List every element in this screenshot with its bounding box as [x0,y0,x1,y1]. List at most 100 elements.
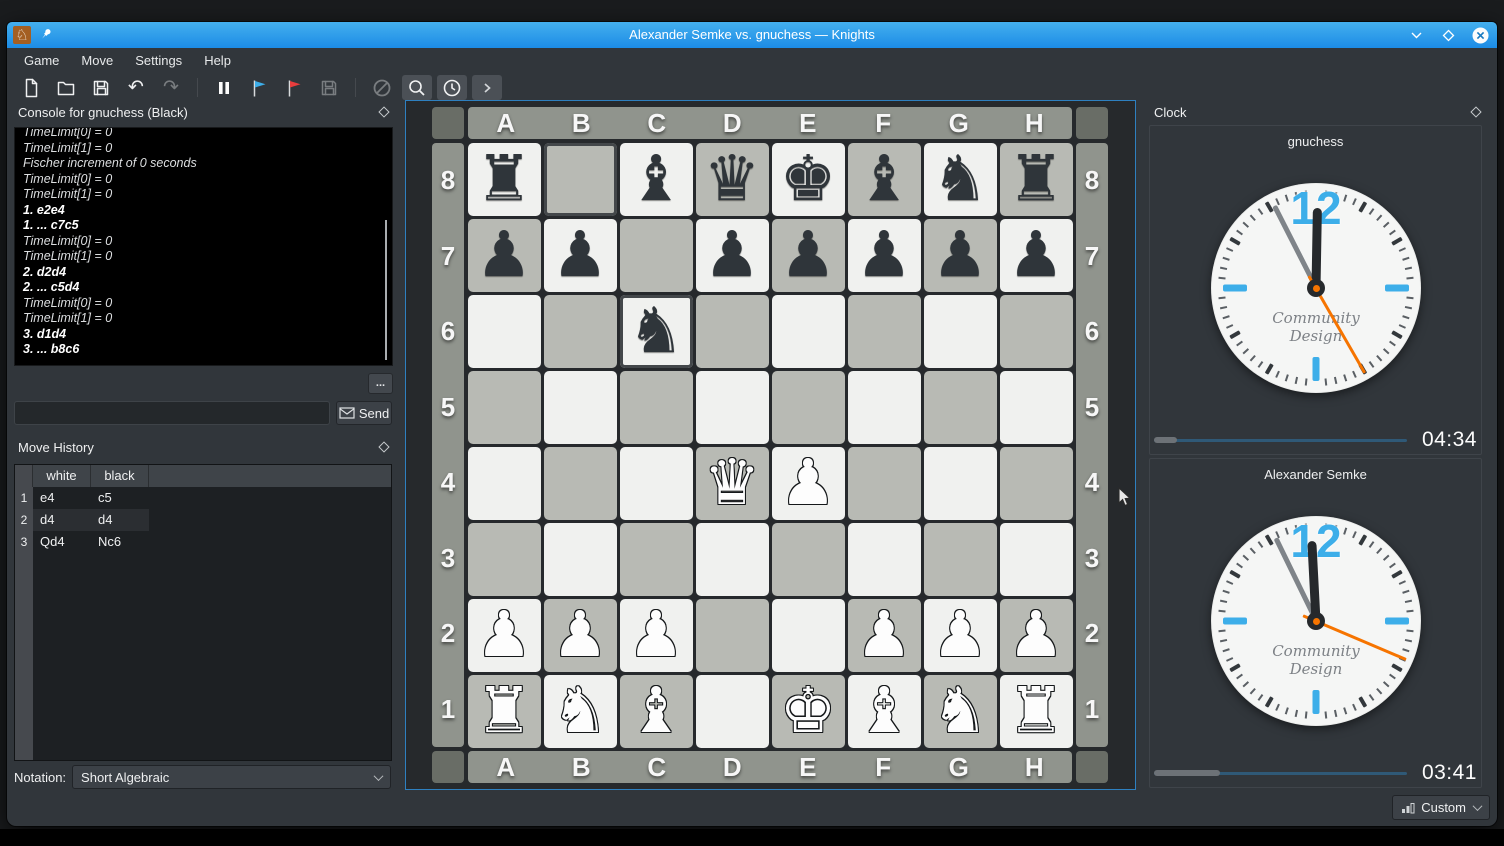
console-more-button[interactable]: ... [368,373,393,394]
square-b4[interactable] [544,447,617,520]
piece-white-bishop[interactable]: ♝ [628,676,684,746]
piece-white-pawn[interactable]: ♟︎ [780,448,836,518]
propose-draw-button[interactable] [244,75,274,100]
square-d2[interactable] [696,599,769,672]
square-b5[interactable] [544,371,617,444]
black-move-cell[interactable]: d4 [91,509,149,531]
scrollbar-thumb[interactable] [385,220,387,360]
square-h5[interactable] [1000,371,1073,444]
pause-button[interactable] [209,75,239,100]
white-move-cell[interactable]: Qd4 [33,531,91,553]
square-e3[interactable] [772,523,845,596]
square-g3[interactable] [924,523,997,596]
square-h4[interactable] [1000,447,1073,520]
square-h8[interactable]: ♜ [1000,143,1073,216]
piece-white-knight[interactable]: ♞ [552,676,608,746]
toolbar-overflow-button[interactable] [472,75,502,100]
square-c6[interactable]: ♞ [620,295,693,368]
square-h6[interactable] [1000,295,1073,368]
close-button[interactable] [1471,26,1489,44]
column-header-black[interactable]: black [91,465,149,487]
piece-black-pawn[interactable]: ♟︎ [856,220,912,290]
adjourn-button[interactable] [314,75,344,100]
abort-button[interactable] [367,75,397,100]
piece-white-rook[interactable]: ♜ [476,676,532,746]
square-g4[interactable] [924,447,997,520]
piece-black-pawn[interactable]: ♟︎ [552,220,608,290]
pin-icon[interactable] [39,27,53,41]
piece-black-pawn[interactable]: ♟︎ [1008,220,1064,290]
square-a2[interactable]: ♟︎ [468,599,541,672]
piece-black-pawn[interactable]: ♟︎ [704,220,760,290]
square-c7[interactable] [620,219,693,292]
square-e4[interactable]: ♟︎ [772,447,845,520]
square-g6[interactable] [924,295,997,368]
time-progress-slider[interactable] [1154,772,1407,775]
square-f5[interactable] [848,371,921,444]
square-e2[interactable] [772,599,845,672]
table-row[interactable]: 2d4d4 [15,509,391,531]
square-g2[interactable]: ♟︎ [924,599,997,672]
menu-item-help[interactable]: Help [193,48,242,73]
square-d6[interactable] [696,295,769,368]
square-a3[interactable] [468,523,541,596]
piece-white-king[interactable]: ♚ [780,676,836,746]
minimize-button[interactable] [1407,26,1425,44]
maximize-button[interactable] [1439,26,1457,44]
square-g1[interactable]: ♞ [924,675,997,748]
square-d8[interactable]: ♛ [696,143,769,216]
square-f2[interactable]: ♟︎ [848,599,921,672]
piece-black-knight[interactable]: ♞ [628,296,684,366]
black-move-cell[interactable]: c5 [91,487,149,509]
square-h2[interactable]: ♟︎ [1000,599,1073,672]
menu-item-game[interactable]: Game [13,48,70,73]
square-h1[interactable]: ♜ [1000,675,1073,748]
menu-item-move[interactable]: Move [70,48,124,73]
square-a4[interactable] [468,447,541,520]
square-g5[interactable] [924,371,997,444]
square-b1[interactable]: ♞ [544,675,617,748]
square-c4[interactable] [620,447,693,520]
move-history-table[interactable]: whiteblack1e4c52d4d43Qd4Nc6 [14,464,392,761]
piece-black-knight[interactable]: ♞ [932,144,988,214]
float-dock-icon[interactable] [378,441,389,452]
piece-white-pawn[interactable]: ♟︎ [476,600,532,670]
piece-black-pawn[interactable]: ♟︎ [932,220,988,290]
square-b3[interactable] [544,523,617,596]
square-d4[interactable]: ♛ [696,447,769,520]
square-f8[interactable]: ♝ [848,143,921,216]
piece-black-queen[interactable]: ♛ [704,144,760,214]
square-g7[interactable]: ♟︎ [924,219,997,292]
square-f3[interactable] [848,523,921,596]
load-game-button[interactable] [51,75,81,100]
square-c8[interactable]: ♝ [620,143,693,216]
show-clock-button[interactable] [437,75,467,100]
square-a8[interactable]: ♜ [468,143,541,216]
notation-select[interactable]: Short Algebraic [72,765,391,789]
square-b7[interactable]: ♟︎ [544,219,617,292]
piece-white-pawn[interactable]: ♟︎ [856,600,912,670]
square-d7[interactable]: ♟︎ [696,219,769,292]
square-d1[interactable] [696,675,769,748]
piece-white-bishop[interactable]: ♝ [856,676,912,746]
time-progress-slider[interactable] [1154,439,1407,442]
table-row[interactable]: 3Qd4Nc6 [15,531,391,553]
square-c1[interactable]: ♝ [620,675,693,748]
square-a1[interactable]: ♜ [468,675,541,748]
piece-black-king[interactable]: ♚ [780,144,836,214]
piece-black-rook[interactable]: ♜ [476,144,532,214]
square-a7[interactable]: ♟︎ [468,219,541,292]
square-b2[interactable]: ♟︎ [544,599,617,672]
float-dock-icon[interactable] [1470,106,1481,117]
piece-white-queen[interactable]: ♛ [704,448,760,518]
square-d3[interactable] [696,523,769,596]
square-e6[interactable] [772,295,845,368]
square-c5[interactable] [620,371,693,444]
new-game-button[interactable] [16,75,46,100]
save-game-button[interactable] [86,75,116,100]
piece-white-pawn[interactable]: ♟︎ [1008,600,1064,670]
piece-white-pawn[interactable]: ♟︎ [628,600,684,670]
piece-white-pawn[interactable]: ♟︎ [552,600,608,670]
square-a6[interactable] [468,295,541,368]
square-b6[interactable] [544,295,617,368]
